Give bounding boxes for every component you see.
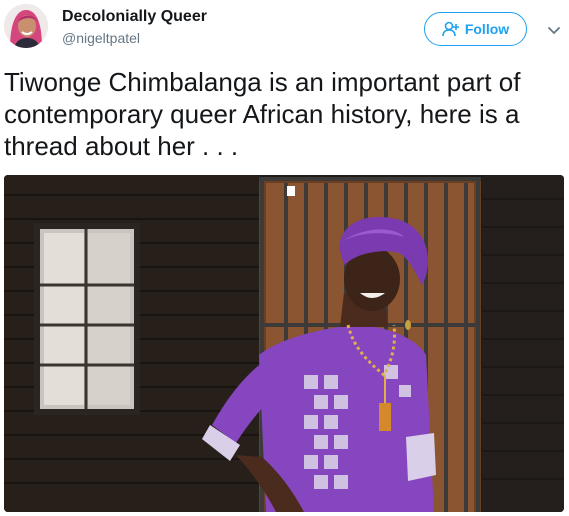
- follow-button[interactable]: Follow: [424, 12, 527, 46]
- add-user-icon: [442, 21, 459, 37]
- tweet-photo[interactable]: [4, 175, 564, 512]
- tweet-text-line: Tiwonge Chimbalanga is an important part…: [4, 67, 521, 97]
- author-handle[interactable]: @nigeltpatel: [62, 30, 140, 46]
- tweet-text-line: thread about her . . .: [4, 131, 239, 161]
- window: [34, 223, 140, 415]
- profile-avatar: [4, 4, 48, 48]
- tweet-text: Tiwonge Chimbalanga is an important part…: [4, 66, 564, 162]
- avatar[interactable]: [4, 4, 48, 48]
- photo-illustration: [4, 175, 564, 512]
- author-display-name[interactable]: Decolonially Queer: [62, 8, 207, 26]
- follow-label: Follow: [464, 21, 510, 37]
- chevron-down-icon: [548, 27, 560, 34]
- tweet-menu-button[interactable]: [546, 22, 562, 38]
- tweet-text-line: contemporary queer African history, here…: [4, 99, 520, 129]
- tweet-card: Decolonially Queer @nigeltpatel Follow T…: [0, 0, 569, 516]
